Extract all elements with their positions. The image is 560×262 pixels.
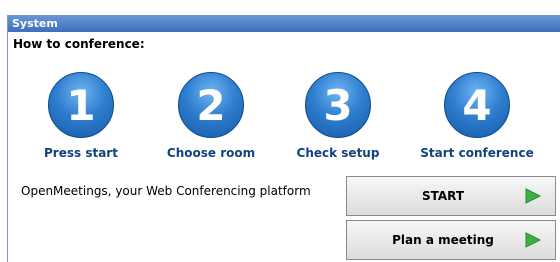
system-window: System How to conference: 1 Press start … (7, 15, 560, 262)
step-1-label: Press start (44, 146, 118, 160)
step-1-number-icon: 1 (48, 72, 114, 138)
step-4-number-icon: 4 (444, 72, 510, 138)
step-3-number-icon: 3 (305, 72, 371, 138)
step-1: 1 Press start (11, 72, 151, 160)
plan-meeting-button[interactable]: Plan a meeting (346, 220, 556, 260)
start-button-label: START (421, 189, 465, 203)
step-3-label: Check setup (296, 146, 380, 160)
play-arrow-icon (525, 232, 542, 248)
step-2: 2 Choose room (141, 72, 281, 160)
plan-meeting-button-label: Plan a meeting (392, 233, 494, 247)
step-2-label: Choose room (166, 146, 256, 160)
play-arrow-icon (525, 188, 542, 204)
step-4-label: Start conference (420, 146, 534, 160)
step-2-number-icon: 2 (178, 72, 244, 138)
window-title: System (8, 15, 560, 32)
platform-tagline: OpenMeetings, your Web Conferencing plat… (21, 184, 311, 198)
start-button[interactable]: START (346, 176, 556, 216)
step-4: 4 Start conference (407, 72, 547, 160)
step-3: 3 Check setup (268, 72, 408, 160)
section-heading: How to conference: (13, 37, 145, 51)
